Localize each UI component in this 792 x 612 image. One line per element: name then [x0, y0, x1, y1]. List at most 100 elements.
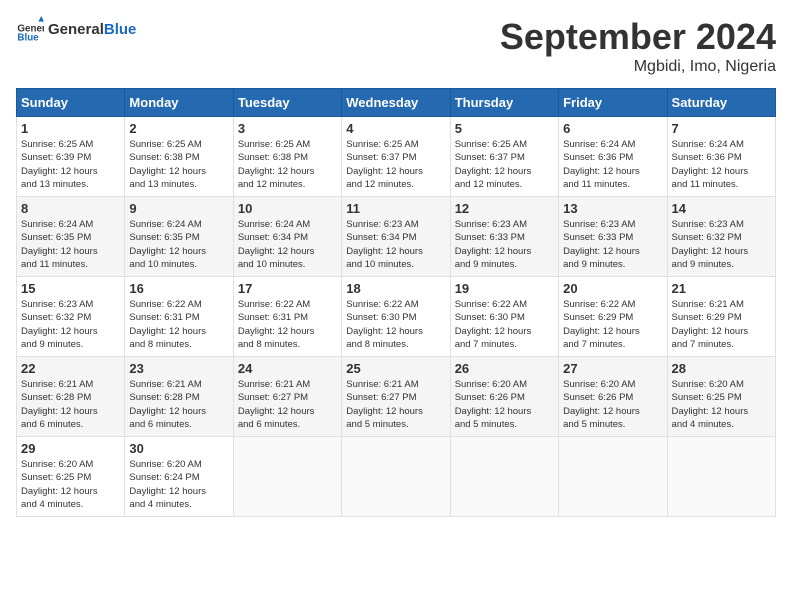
- day-info: Sunrise: 6:23 AM Sunset: 6:32 PM Dayligh…: [672, 218, 771, 271]
- calendar-header-row: SundayMondayTuesdayWednesdayThursdayFrid…: [17, 89, 776, 117]
- day-number: 26: [455, 361, 554, 376]
- day-number: 7: [672, 121, 771, 136]
- calendar-cell: 18Sunrise: 6:22 AM Sunset: 6:30 PM Dayli…: [342, 277, 450, 357]
- day-number: 6: [563, 121, 662, 136]
- day-number: 9: [129, 201, 228, 216]
- day-info: Sunrise: 6:23 AM Sunset: 6:34 PM Dayligh…: [346, 218, 445, 271]
- calendar-week-row: 22Sunrise: 6:21 AM Sunset: 6:28 PM Dayli…: [17, 357, 776, 437]
- calendar-cell: 15 Sunrise: 6:23 AM Sunset: 6:32 PM Dayli…: [17, 277, 125, 357]
- header-saturday: Saturday: [667, 89, 775, 117]
- header-friday: Friday: [559, 89, 667, 117]
- day-number: 19: [455, 281, 554, 296]
- day-number: 22: [21, 361, 120, 376]
- calendar-cell: 22Sunrise: 6:21 AM Sunset: 6:28 PM Dayli…: [17, 357, 125, 437]
- day-info: Sunrise: 6:24 AM Sunset: 6:36 PM Dayligh…: [672, 138, 771, 191]
- calendar-cell: 8 Sunrise: 6:24 AM Sunset: 6:35 PM Daylig…: [17, 197, 125, 277]
- calendar-cell: 6 Sunrise: 6:24 AM Sunset: 6:36 PM Daylig…: [559, 117, 667, 197]
- day-number: 23: [129, 361, 228, 376]
- day-number: 30: [129, 441, 228, 456]
- day-info: Sunrise: 6:23 AM Sunset: 6:33 PM Dayligh…: [563, 218, 662, 271]
- day-number: 16: [129, 281, 228, 296]
- day-number: 3: [238, 121, 337, 136]
- calendar-cell: 26 Sunrise: 6:20 AM Sunset: 6:26 PM Dayli…: [450, 357, 558, 437]
- day-number: 25: [346, 361, 445, 376]
- calendar-cell: 30 Sunrise: 6:20 AM Sunset: 6:24 PM Dayli…: [125, 437, 233, 517]
- day-number: 10: [238, 201, 337, 216]
- calendar-cell: 19 Sunrise: 6:22 AM Sunset: 6:30 PM Dayli…: [450, 277, 558, 357]
- day-number: 5: [455, 121, 554, 136]
- header-tuesday: Tuesday: [233, 89, 341, 117]
- calendar-cell: [233, 437, 341, 517]
- day-info: Sunrise: 6:20 AM Sunset: 6:25 PM Dayligh…: [21, 458, 120, 511]
- page-header: General Blue GeneralBlue September 2024 …: [16, 16, 776, 76]
- calendar-cell: 4Sunrise: 6:25 AM Sunset: 6:37 PM Daylig…: [342, 117, 450, 197]
- calendar-cell: 17 Sunrise: 6:22 AM Sunset: 6:31 PM Dayli…: [233, 277, 341, 357]
- calendar-cell: 27 Sunrise: 6:20 AM Sunset: 6:26 PM Dayli…: [559, 357, 667, 437]
- day-info: Sunrise: 6:22 AM Sunset: 6:31 PM Dayligh…: [238, 298, 337, 351]
- calendar-cell: 13 Sunrise: 6:23 AM Sunset: 6:33 PM Dayli…: [559, 197, 667, 277]
- calendar-cell: 11 Sunrise: 6:23 AM Sunset: 6:34 PM Dayli…: [342, 197, 450, 277]
- day-info: Sunrise: 6:22 AM Sunset: 6:31 PM Dayligh…: [129, 298, 228, 351]
- day-number: 28: [672, 361, 771, 376]
- day-info: Sunrise: 6:21 AM Sunset: 6:27 PM Dayligh…: [238, 378, 337, 431]
- day-info: Sunrise: 6:20 AM Sunset: 6:25 PM Dayligh…: [672, 378, 771, 431]
- day-info: Sunrise: 6:25 AM Sunset: 6:39 PM Dayligh…: [21, 138, 120, 191]
- day-number: 12: [455, 201, 554, 216]
- calendar-cell: 5 Sunrise: 6:25 AM Sunset: 6:37 PM Daylig…: [450, 117, 558, 197]
- day-info: Sunrise: 6:24 AM Sunset: 6:34 PM Dayligh…: [238, 218, 337, 271]
- calendar-cell: [342, 437, 450, 517]
- calendar-cell: [559, 437, 667, 517]
- header-sunday: Sunday: [17, 89, 125, 117]
- day-number: 8: [21, 201, 120, 216]
- day-info: Sunrise: 6:20 AM Sunset: 6:26 PM Dayligh…: [455, 378, 554, 431]
- day-number: 20: [563, 281, 662, 296]
- day-number: 4: [346, 121, 445, 136]
- calendar-cell: 1 Sunrise: 6:25 AM Sunset: 6:39 PM Daylig…: [17, 117, 125, 197]
- calendar-cell: 3 Sunrise: 6:25 AM Sunset: 6:38 PM Daylig…: [233, 117, 341, 197]
- calendar-cell: 28 Sunrise: 6:20 AM Sunset: 6:25 PM Dayli…: [667, 357, 775, 437]
- day-number: 27: [563, 361, 662, 376]
- calendar-cell: 24 Sunrise: 6:21 AM Sunset: 6:27 PM Dayli…: [233, 357, 341, 437]
- day-info: Sunrise: 6:25 AM Sunset: 6:38 PM Dayligh…: [238, 138, 337, 191]
- day-number: 13: [563, 201, 662, 216]
- calendar-cell: [667, 437, 775, 517]
- day-info: Sunrise: 6:24 AM Sunset: 6:36 PM Dayligh…: [563, 138, 662, 191]
- day-info: Sunrise: 6:25 AM Sunset: 6:38 PM Dayligh…: [129, 138, 228, 191]
- day-number: 18: [346, 281, 445, 296]
- title-section: September 2024 Mgbidi, Imo, Nigeria: [500, 16, 776, 76]
- day-number: 24: [238, 361, 337, 376]
- day-info: Sunrise: 6:25 AM Sunset: 6:37 PM Dayligh…: [455, 138, 554, 191]
- calendar-cell: 14Sunrise: 6:23 AM Sunset: 6:32 PM Dayli…: [667, 197, 775, 277]
- day-number: 1: [21, 121, 120, 136]
- day-info: Sunrise: 6:20 AM Sunset: 6:24 PM Dayligh…: [129, 458, 228, 511]
- calendar-cell: [450, 437, 558, 517]
- calendar-cell: 12Sunrise: 6:23 AM Sunset: 6:33 PM Dayli…: [450, 197, 558, 277]
- day-info: Sunrise: 6:22 AM Sunset: 6:30 PM Dayligh…: [455, 298, 554, 351]
- day-info: Sunrise: 6:22 AM Sunset: 6:29 PM Dayligh…: [563, 298, 662, 351]
- location-subtitle: Mgbidi, Imo, Nigeria: [500, 58, 776, 76]
- header-monday: Monday: [125, 89, 233, 117]
- calendar-cell: 16 Sunrise: 6:22 AM Sunset: 6:31 PM Dayli…: [125, 277, 233, 357]
- calendar-week-row: 8 Sunrise: 6:24 AM Sunset: 6:35 PM Daylig…: [17, 197, 776, 277]
- day-number: 11: [346, 201, 445, 216]
- day-number: 17: [238, 281, 337, 296]
- header-wednesday: Wednesday: [342, 89, 450, 117]
- calendar-cell: 9 Sunrise: 6:24 AM Sunset: 6:35 PM Daylig…: [125, 197, 233, 277]
- month-year-title: September 2024: [500, 16, 776, 58]
- day-info: Sunrise: 6:24 AM Sunset: 6:35 PM Dayligh…: [129, 218, 228, 271]
- calendar-cell: 23Sunrise: 6:21 AM Sunset: 6:28 PM Dayli…: [125, 357, 233, 437]
- calendar-table: SundayMondayTuesdayWednesdayThursdayFrid…: [16, 88, 776, 517]
- day-info: Sunrise: 6:20 AM Sunset: 6:26 PM Dayligh…: [563, 378, 662, 431]
- header-thursday: Thursday: [450, 89, 558, 117]
- day-number: 29: [21, 441, 120, 456]
- logo-icon: General Blue: [16, 16, 44, 44]
- day-info: Sunrise: 6:24 AM Sunset: 6:35 PM Dayligh…: [21, 218, 120, 271]
- day-number: 15: [21, 281, 120, 296]
- day-number: 2: [129, 121, 228, 136]
- calendar-cell: 7 Sunrise: 6:24 AM Sunset: 6:36 PM Daylig…: [667, 117, 775, 197]
- day-info: Sunrise: 6:21 AM Sunset: 6:27 PM Dayligh…: [346, 378, 445, 431]
- calendar-cell: 29 Sunrise: 6:20 AM Sunset: 6:25 PM Dayli…: [17, 437, 125, 517]
- day-info: Sunrise: 6:23 AM Sunset: 6:32 PM Dayligh…: [21, 298, 120, 351]
- calendar-cell: 21Sunrise: 6:21 AM Sunset: 6:29 PM Dayli…: [667, 277, 775, 357]
- calendar-week-row: 1 Sunrise: 6:25 AM Sunset: 6:39 PM Daylig…: [17, 117, 776, 197]
